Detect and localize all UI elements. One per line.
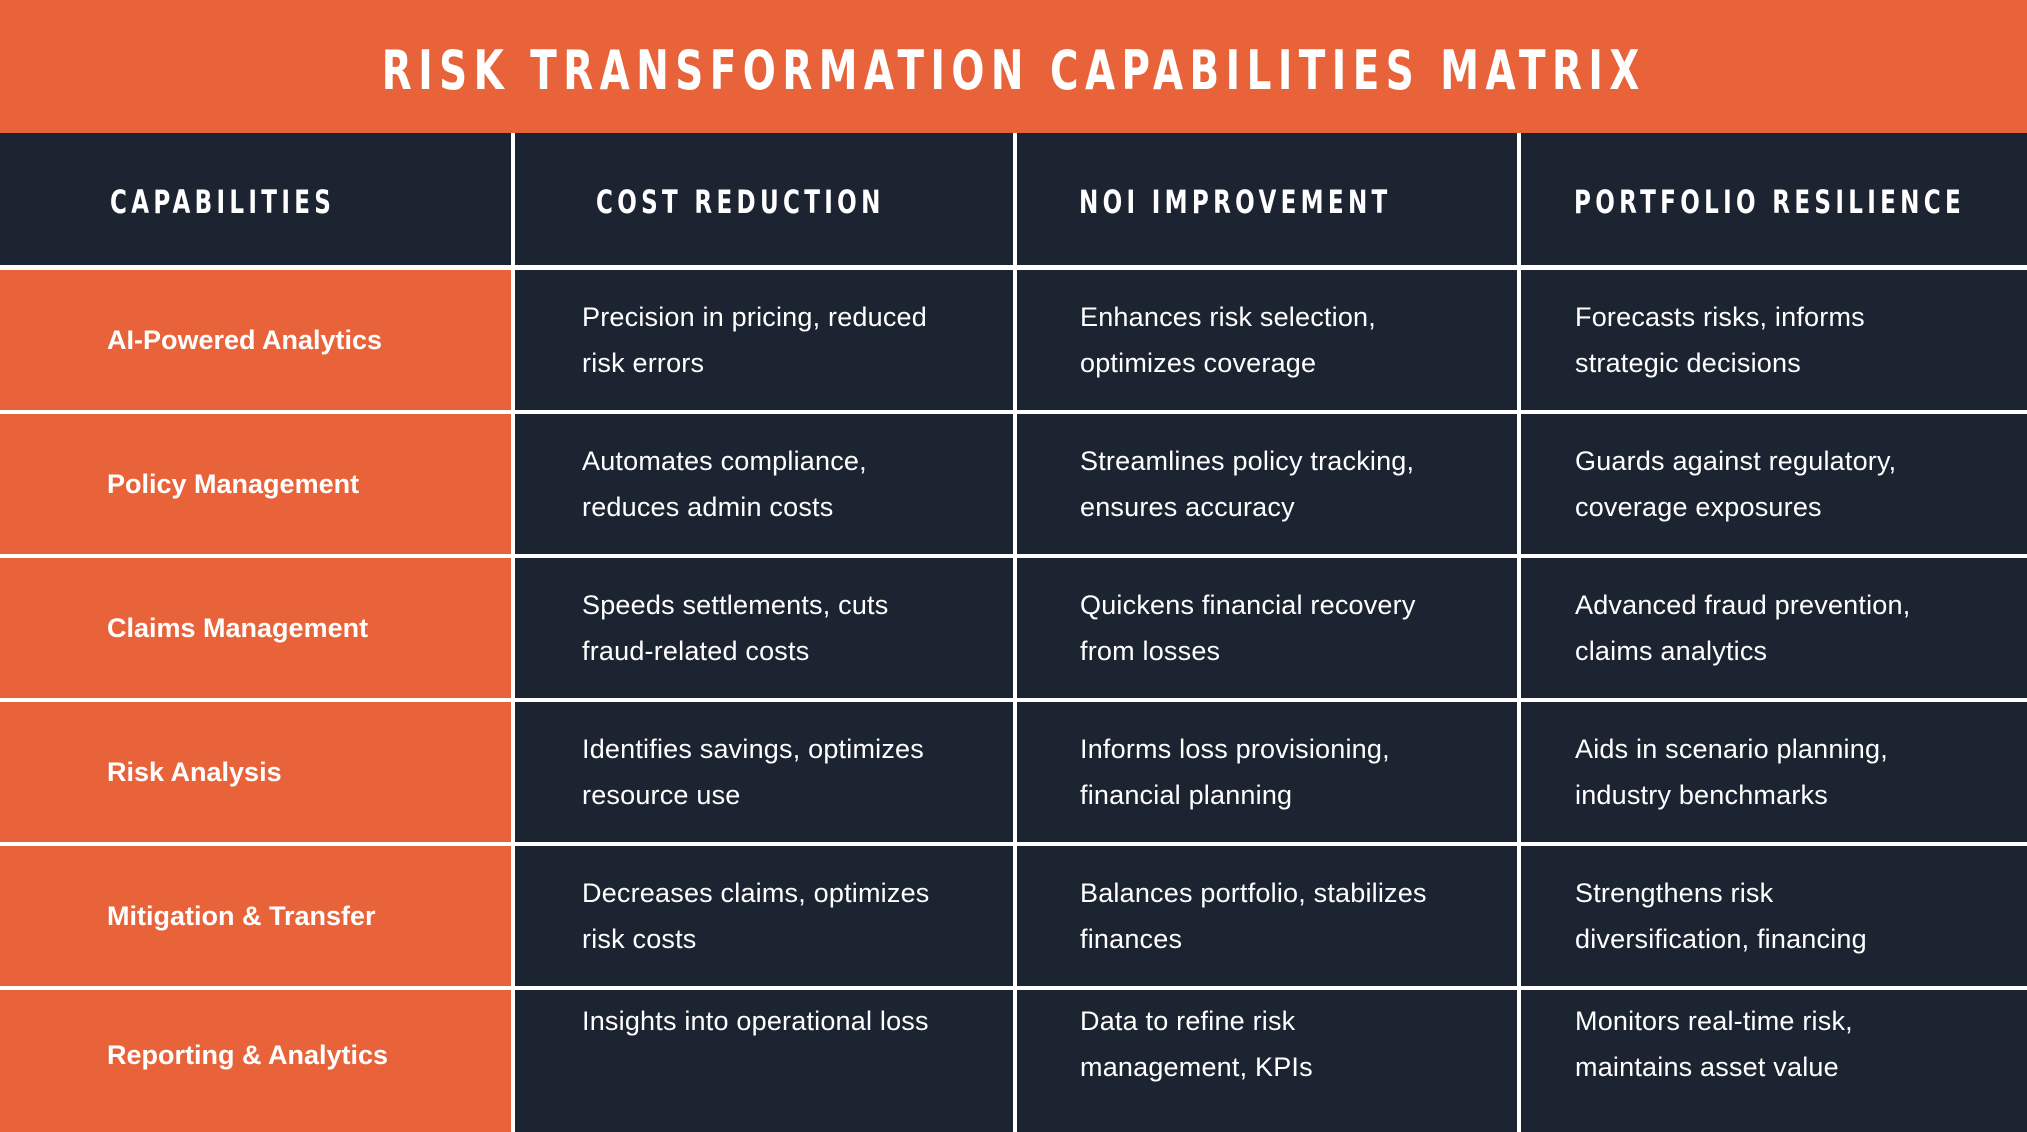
row-label: Claims Management [0, 558, 511, 698]
cell-text-line: Enhances risk selection, [1080, 302, 1376, 332]
cell-text-line: optimizes coverage [1080, 348, 1317, 378]
cell-text-line: Quickens financial recovery [1080, 590, 1416, 620]
cell-noi-improvement: Enhances risk selection, optimizes covera… [1017, 270, 1517, 410]
cell-text-line: risk errors [582, 348, 705, 378]
capability-name: Mitigation & Transfer [107, 900, 376, 931]
column-header-label: PORTFOLIO RESILIENCE [1574, 183, 1966, 221]
capability-name: Reporting & Analytics [107, 1040, 389, 1070]
cell-text-line: Guards against regulatory, [1575, 446, 1897, 476]
cell-text-line: ensures accuracy [1080, 492, 1295, 522]
cell-text-line: Data to refine risk [1080, 1006, 1296, 1036]
cell-text-line: diversification, financing [1575, 924, 1867, 954]
cell-text-line: risk costs [582, 924, 697, 954]
row-label: Policy Management [0, 414, 511, 554]
cell-text-line: maintains asset value [1575, 1052, 1839, 1082]
cell-text: Precision in pricing, reduced risk errors [582, 294, 927, 386]
capability-name: Policy Management [107, 468, 360, 499]
cell-text: Balances portfolio, stabilizes finances [1080, 870, 1427, 962]
cell-text: Enhances risk selection, optimizes covera… [1080, 294, 1376, 386]
cell-text: Data to refine risk management, KPIs [1080, 998, 1313, 1090]
row-label: Mitigation & Transfer [0, 846, 511, 986]
cell-cost-reduction: Identifies savings, optimizes resource us… [515, 702, 1013, 842]
cell-text-line: Automates compliance, [582, 446, 867, 476]
cell-text-line: Streamlines policy tracking, [1080, 446, 1415, 476]
cell-text-line: Forecasts risks, informs [1575, 302, 1865, 332]
cell-text: Decreases claims, optimizes risk costs [582, 870, 930, 962]
cell-text: Forecasts risks, informs strategic decisi… [1575, 294, 1865, 386]
column-header-noi-improvement: NOI IMPROVEMENT [1017, 133, 1517, 265]
cell-text-line: Strengthens risk [1575, 878, 1774, 908]
cell-text-line: financial planning [1080, 780, 1293, 810]
cell-text-line: resource use [582, 780, 741, 810]
cell-text-line: Monitors real-time risk, [1575, 1006, 1853, 1036]
cell-portfolio-resilience: Guards against regulatory, coverage expos… [1521, 414, 2027, 554]
cell-text-line: claims analytics [1575, 636, 1768, 666]
capabilities-matrix: CAPABILITIES COST REDUCTION NOI IMPROVEM… [0, 133, 2027, 1132]
cell-text: Informs loss provisioning, financial plan… [1080, 726, 1390, 818]
cell-text-line: Aids in scenario planning, [1575, 734, 1888, 764]
cell-text-line: Precision in pricing, reduced [582, 302, 927, 332]
cell-text: Automates compliance, reduces admin costs [582, 438, 867, 530]
cell-text: Aids in scenario planning, industry bench… [1575, 726, 1888, 818]
column-header-portfolio-resilience: PORTFOLIO RESILIENCE [1521, 133, 2027, 265]
cell-portfolio-resilience: Advanced fraud prevention, claims analyti… [1521, 558, 2027, 698]
cell-text: Guards against regulatory, coverage expos… [1575, 438, 1896, 530]
capability-name: AI-Powered Analytics [107, 324, 383, 355]
column-header-capabilities: CAPABILITIES [0, 133, 511, 265]
cell-cost-reduction: Automates compliance, reduces admin costs [515, 414, 1013, 554]
column-header-cost-reduction: COST REDUCTION [515, 133, 1013, 265]
capability-name: Claims Management [107, 612, 369, 643]
cell-text: Quickens financial recovery from losses [1080, 582, 1416, 674]
cell-text-line: fraud-related costs [582, 636, 810, 666]
cell-text-line: coverage exposures [1575, 492, 1822, 522]
cell-noi-improvement: Quickens financial recovery from losses [1017, 558, 1517, 698]
title-banner: RISK TRANSFORMATION CAPABILITIES MATRIX [0, 0, 2027, 133]
cell-text-line: reduces admin costs [582, 492, 834, 522]
cell-text: Insights into operational loss [582, 998, 929, 1044]
cell-cost-reduction: Insights into operational loss [515, 990, 1013, 1132]
column-header-label: CAPABILITIES [110, 183, 336, 221]
cell-noi-improvement: Data to refine risk management, KPIs [1017, 990, 1517, 1132]
cell-text-line: strategic decisions [1575, 348, 1801, 378]
cell-noi-improvement: Balances portfolio, stabilizes finances [1017, 846, 1517, 986]
cell-text: Strengthens risk diversification, financi… [1575, 870, 1867, 962]
cell-text-line: Identifies savings, optimizes [582, 734, 924, 764]
cell-text: Identifies savings, optimizes resource us… [582, 726, 924, 818]
cell-text-line: Informs loss provisioning, [1080, 734, 1390, 764]
cell-cost-reduction: Decreases claims, optimizes risk costs [515, 846, 1013, 986]
row-label: Reporting & Analytics [0, 990, 511, 1132]
row-label: Risk Analysis [0, 702, 511, 842]
cell-text-line: industry benchmarks [1575, 780, 1828, 810]
cell-text: Advanced fraud prevention, claims analyti… [1575, 582, 1910, 674]
row-label: AI-Powered Analytics [0, 270, 511, 410]
cell-text-line: Speeds settlements, cuts [582, 590, 889, 620]
cell-cost-reduction: Speeds settlements, cuts fraud-related co… [515, 558, 1013, 698]
column-header-label: NOI IMPROVEMENT [1079, 183, 1392, 221]
cell-text: Monitors real-time risk, maintains asset … [1575, 998, 1853, 1090]
page-title: RISK TRANSFORMATION CAPABILITIES MATRIX [381, 39, 1646, 102]
cell-text: Speeds settlements, cuts fraud-related co… [582, 582, 888, 674]
cell-text-line: finances [1080, 924, 1183, 954]
column-header-label: COST REDUCTION [596, 183, 885, 221]
cell-noi-improvement: Streamlines policy tracking, ensures accu… [1017, 414, 1517, 554]
cell-text-line: from losses [1080, 636, 1221, 666]
cell-text-line: management, KPIs [1080, 1052, 1313, 1082]
cell-portfolio-resilience: Monitors real-time risk, maintains asset … [1521, 990, 2027, 1132]
cell-text-line: Insights into operational loss [582, 1006, 929, 1036]
cell-text-line: Decreases claims, optimizes [582, 878, 930, 908]
cell-noi-improvement: Informs loss provisioning, financial plan… [1017, 702, 1517, 842]
cell-portfolio-resilience: Strengthens risk diversification, financi… [1521, 846, 2027, 986]
cell-text-line: Advanced fraud prevention, [1575, 590, 1911, 620]
cell-cost-reduction: Precision in pricing, reduced risk errors [515, 270, 1013, 410]
capability-name: Risk Analysis [107, 756, 282, 787]
cell-text-line: Balances portfolio, stabilizes [1080, 878, 1427, 908]
cell-portfolio-resilience: Forecasts risks, informs strategic decisi… [1521, 270, 2027, 410]
cell-text: Streamlines policy tracking, ensures accu… [1080, 438, 1414, 530]
cell-portfolio-resilience: Aids in scenario planning, industry bench… [1521, 702, 2027, 842]
